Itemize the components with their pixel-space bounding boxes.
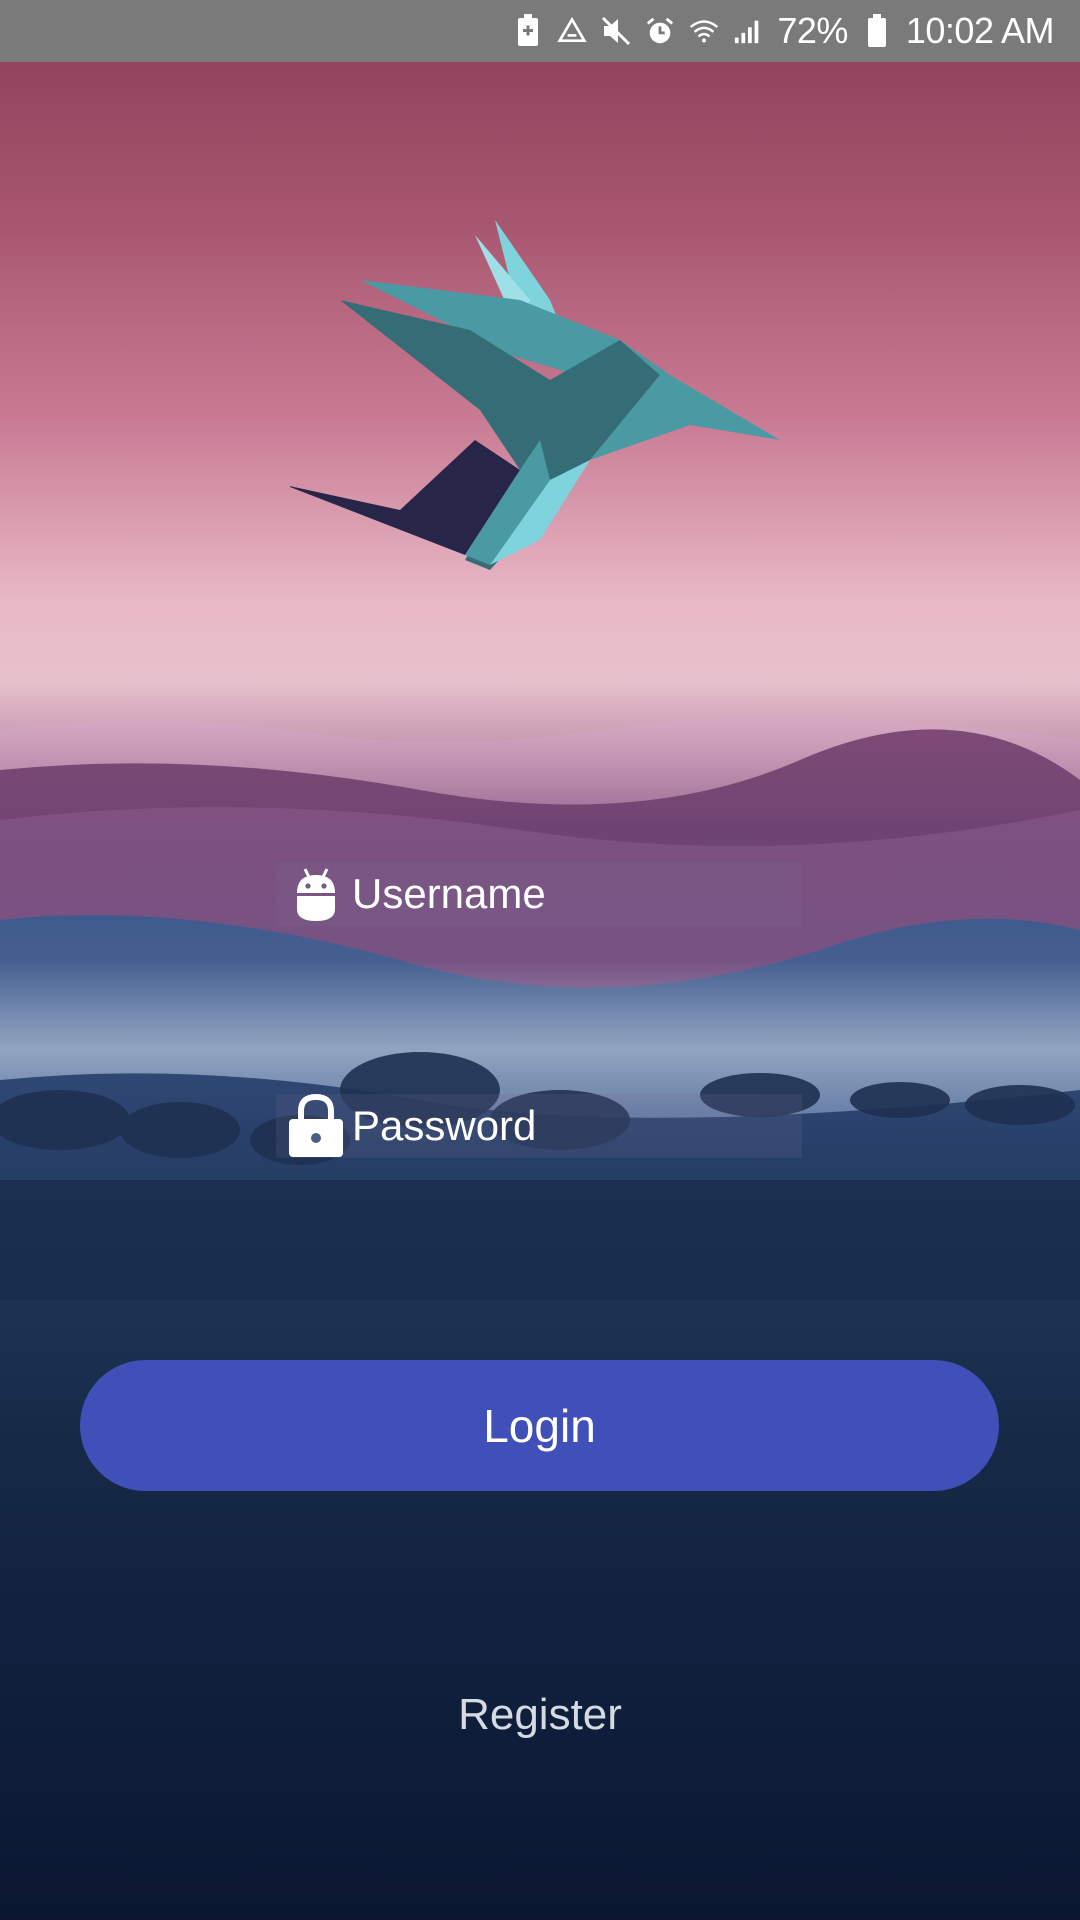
register-link[interactable]: Register [340, 1690, 740, 1740]
username-field[interactable] [276, 862, 802, 926]
password-input[interactable] [346, 1094, 792, 1158]
status-bar: 72% 10:02 AM [0, 0, 1080, 62]
android-icon [286, 862, 346, 926]
lock-icon [286, 1093, 346, 1158]
battery-icon [862, 14, 892, 48]
bird-logo-icon [290, 220, 780, 570]
login-screen: 72% 10:02 AM Username Login Register [0, 0, 1080, 1920]
status-time: 10:02 AM [905, 10, 1055, 51]
misty-hills-background [0, 717, 1080, 1300]
mute-icon [601, 14, 631, 48]
recycle-icon [557, 14, 587, 48]
wifi-icon [689, 14, 719, 48]
battery-percent: 72% [777, 10, 848, 51]
signal-icon [733, 14, 763, 48]
login-button[interactable]: Login [80, 1360, 999, 1491]
battery-saver-icon [513, 14, 543, 48]
password-field[interactable] [276, 1093, 802, 1158]
username-input[interactable] [346, 862, 792, 926]
alarm-icon [645, 14, 675, 48]
